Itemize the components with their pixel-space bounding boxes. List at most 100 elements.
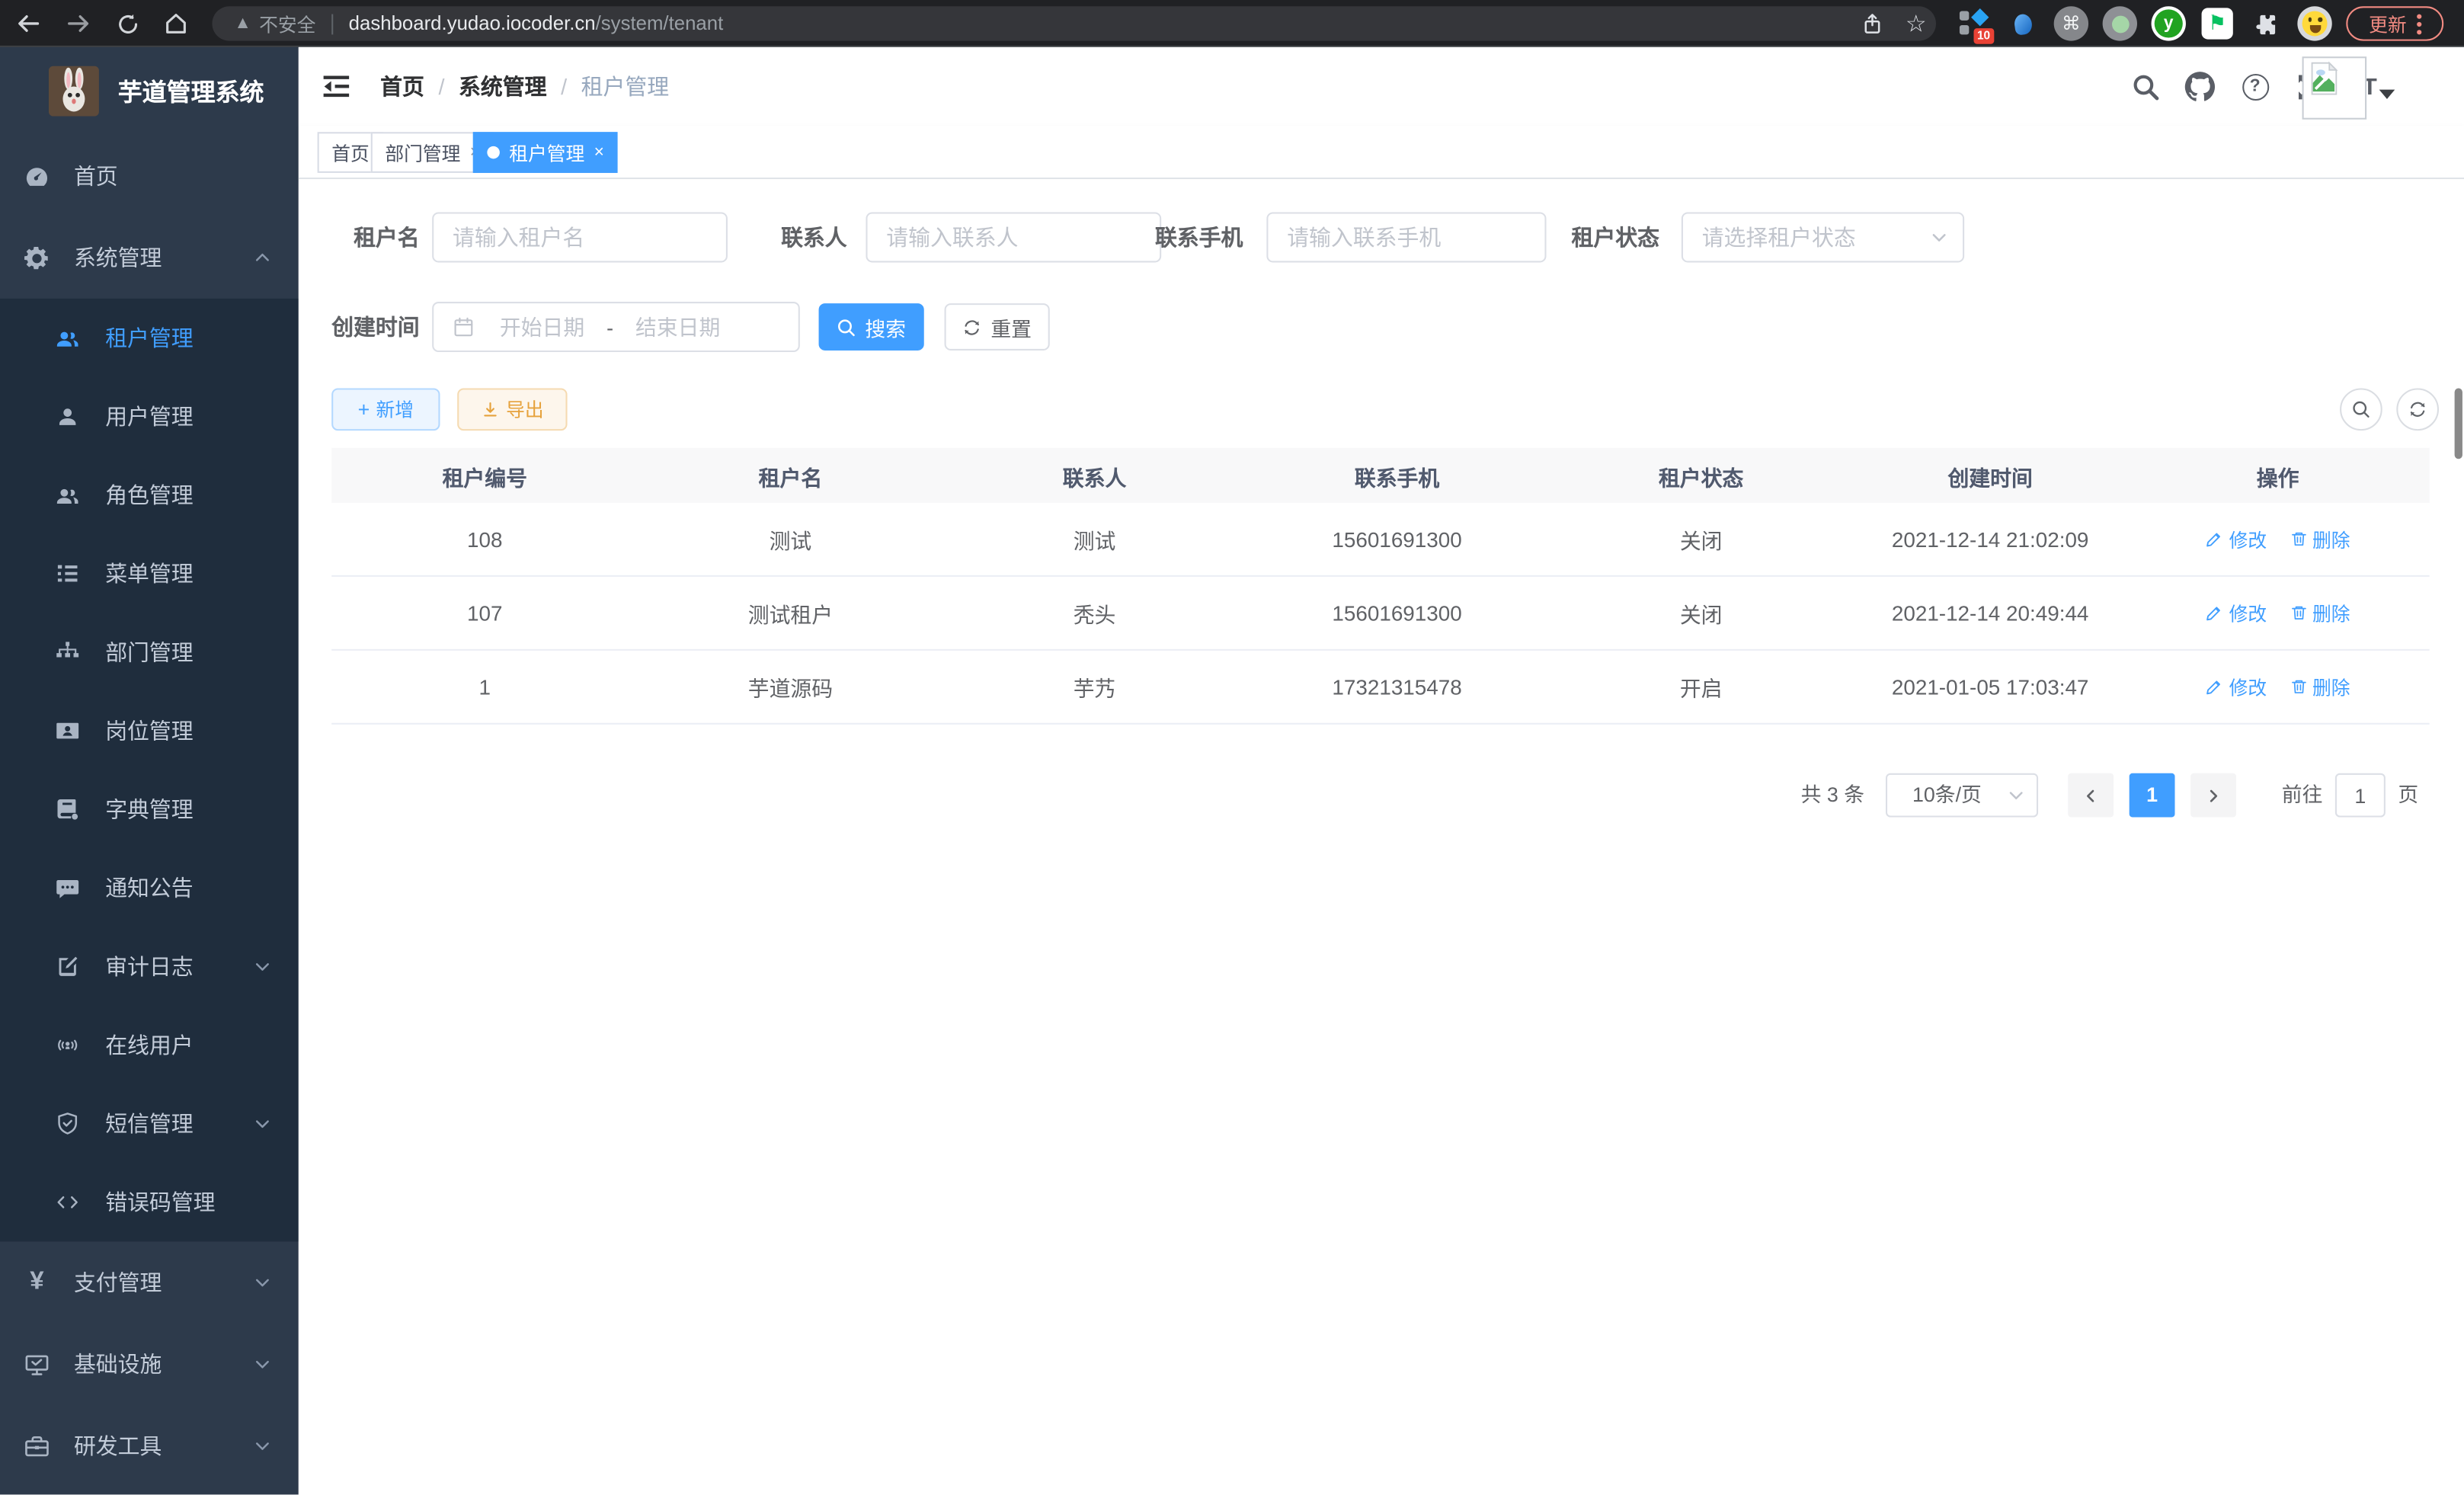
sidebar-item-user[interactable]: 用户管理: [0, 377, 299, 456]
sidebar-item-label: 菜单管理: [105, 558, 194, 589]
roles-icon: [55, 482, 80, 507]
sidebar-item-menu[interactable]: 菜单管理: [0, 534, 299, 613]
sidebar-item-error-code[interactable]: 错误码管理: [0, 1163, 299, 1241]
org-tree-icon: [55, 639, 80, 664]
add-button[interactable]: + 新增: [331, 388, 440, 431]
system-submenu: 租户管理 用户管理 角色管理 菜单管理 部门管理 岗位管理: [0, 299, 299, 1242]
logo-image: [49, 66, 99, 117]
sidebar-toggle-button[interactable]: [321, 71, 352, 102]
mobile-label: 联系手机: [1149, 212, 1243, 262]
sidebar-item-post[interactable]: 岗位管理: [0, 692, 299, 770]
grid-diamond-extension-icon[interactable]: 10: [1955, 5, 1993, 43]
sidebar-item-label: 通知公告: [105, 872, 194, 904]
mobile-input[interactable]: [1268, 214, 1544, 261]
export-button[interactable]: 导出: [457, 388, 567, 431]
active-tab-dot: [487, 146, 500, 159]
avatar-dropdown-caret[interactable]: [2379, 90, 2395, 99]
dictionary-icon: [55, 797, 80, 822]
browser-forward-button[interactable]: [59, 0, 98, 47]
chevron-left-icon: [2082, 786, 2100, 804]
chevron-down-icon: [2007, 786, 2026, 805]
sidebar-item-payment[interactable]: ¥ 支付管理: [0, 1241, 299, 1323]
status-select-input[interactable]: [1683, 214, 1963, 261]
chevron-down-icon: [253, 1273, 272, 1292]
delete-link[interactable]: 删除: [2289, 526, 2350, 552]
status-cell: 关闭: [1548, 577, 1854, 649]
security-warning-icon: ▲: [234, 14, 251, 34]
start-date-input[interactable]: [481, 303, 603, 351]
search-button[interactable]: 搜索: [819, 303, 924, 351]
edit-pencil-icon: [2206, 530, 2225, 549]
sidebar-item-role[interactable]: 角色管理: [0, 456, 299, 534]
recorder-extension-icon[interactable]: [2103, 6, 2137, 40]
help-button[interactable]: ?: [2238, 69, 2272, 104]
sidebar-item-dict[interactable]: 字典管理: [0, 770, 299, 849]
share-icon[interactable]: [1860, 11, 1883, 35]
column-header: 联系手机: [1246, 448, 1548, 503]
breadcrumb-system[interactable]: 系统管理: [459, 71, 547, 102]
user-avatar[interactable]: [2302, 56, 2367, 120]
tenant-name-input[interactable]: [434, 214, 726, 261]
delete-label: 删除: [2312, 600, 2350, 626]
sidebar-item-label: 短信管理: [105, 1108, 194, 1139]
breadcrumb-separator: /: [561, 74, 567, 99]
security-label[interactable]: 不安全: [259, 10, 315, 37]
sidebar-item-notice[interactable]: 通知公告: [0, 849, 299, 927]
page-size-select[interactable]: 10条/页: [1886, 773, 2038, 818]
end-date-input[interactable]: [616, 303, 739, 351]
browser-profile-avatar[interactable]: [2297, 6, 2331, 40]
status-cell: 关闭: [1548, 503, 1854, 575]
browser-reload-button[interactable]: [108, 0, 146, 47]
sidebar-item-sms[interactable]: 短信管理: [0, 1084, 299, 1163]
breadcrumb-home[interactable]: 首页: [380, 71, 424, 102]
refresh-table-button[interactable]: [2396, 388, 2439, 431]
y-logo-extension-icon[interactable]: y: [2152, 6, 2186, 40]
sidebar-item-label: 基础设施: [74, 1349, 162, 1380]
page-number-button[interactable]: 1: [2130, 773, 2175, 818]
edit-link[interactable]: 修改: [2206, 600, 2267, 626]
browser-home-button[interactable]: [157, 0, 195, 47]
tab-close-icon[interactable]: ×: [594, 143, 604, 162]
sidebar-item-label: 首页: [74, 160, 118, 191]
contact-input[interactable]: [868, 214, 1160, 261]
sidebar-item-audit-log[interactable]: 审计日志: [0, 927, 299, 1006]
sidebar-item-infrastructure[interactable]: 基础设施: [0, 1324, 299, 1405]
infrastructure-icon: [24, 1351, 50, 1378]
app-title: 芋道管理系统: [118, 74, 264, 108]
sidebar-item-tenant[interactable]: 租户管理: [0, 299, 299, 377]
sidebar-item-dev-tools[interactable]: 研发工具: [0, 1405, 299, 1487]
balloon-extension-icon[interactable]: [2004, 5, 2042, 43]
header-search-button[interactable]: [2128, 69, 2162, 104]
command-extension-icon[interactable]: ⌘: [2054, 6, 2088, 40]
browser-scrollbar[interactable]: [2455, 388, 2462, 459]
filter-row-2: 创建时间 - 搜索 重置: [331, 302, 2429, 352]
extensions-puzzle-button[interactable]: [2247, 5, 2285, 43]
address-bar[interactable]: ▲ 不安全 dashboard.yudao.iocoder.cn/system/…: [212, 6, 1936, 40]
sidebar-item-online-users[interactable]: 在线用户: [0, 1006, 299, 1084]
tab-tenant[interactable]: 租户管理 ×: [473, 132, 619, 173]
edit-link[interactable]: 修改: [2206, 526, 2267, 552]
created-at-cell: 2021-12-14 20:49:44: [1854, 577, 2126, 649]
sidebar-item-label: 研发工具: [74, 1430, 162, 1461]
status-select[interactable]: [1682, 212, 1964, 262]
date-range-picker[interactable]: -: [432, 302, 800, 352]
sidebar-logo[interactable]: 芋道管理系统: [0, 47, 299, 136]
flag-extension-icon[interactable]: ⚑: [2202, 8, 2233, 39]
sidebar-item-dept[interactable]: 部门管理: [0, 613, 299, 691]
bookmark-star-icon[interactable]: ☆: [1906, 9, 1927, 37]
reset-button[interactable]: 重置: [945, 303, 1050, 351]
goto-page-input[interactable]: [2337, 776, 2384, 817]
edit-link[interactable]: 修改: [2206, 674, 2267, 700]
download-icon: [481, 400, 500, 419]
sidebar-item-system[interactable]: 系统管理: [0, 217, 299, 299]
update-button[interactable]: 更新: [2346, 6, 2443, 40]
emoji-face-icon: [2302, 11, 2328, 36]
github-link[interactable]: [2183, 69, 2217, 104]
next-page-button[interactable]: [2190, 773, 2236, 818]
sidebar-item-home[interactable]: 首页: [0, 135, 299, 216]
delete-link[interactable]: 删除: [2289, 600, 2350, 626]
prev-page-button[interactable]: [2068, 773, 2114, 818]
show-search-toggle-button[interactable]: [2340, 388, 2382, 431]
browser-back-button[interactable]: [9, 0, 47, 47]
delete-link[interactable]: 删除: [2289, 674, 2350, 700]
